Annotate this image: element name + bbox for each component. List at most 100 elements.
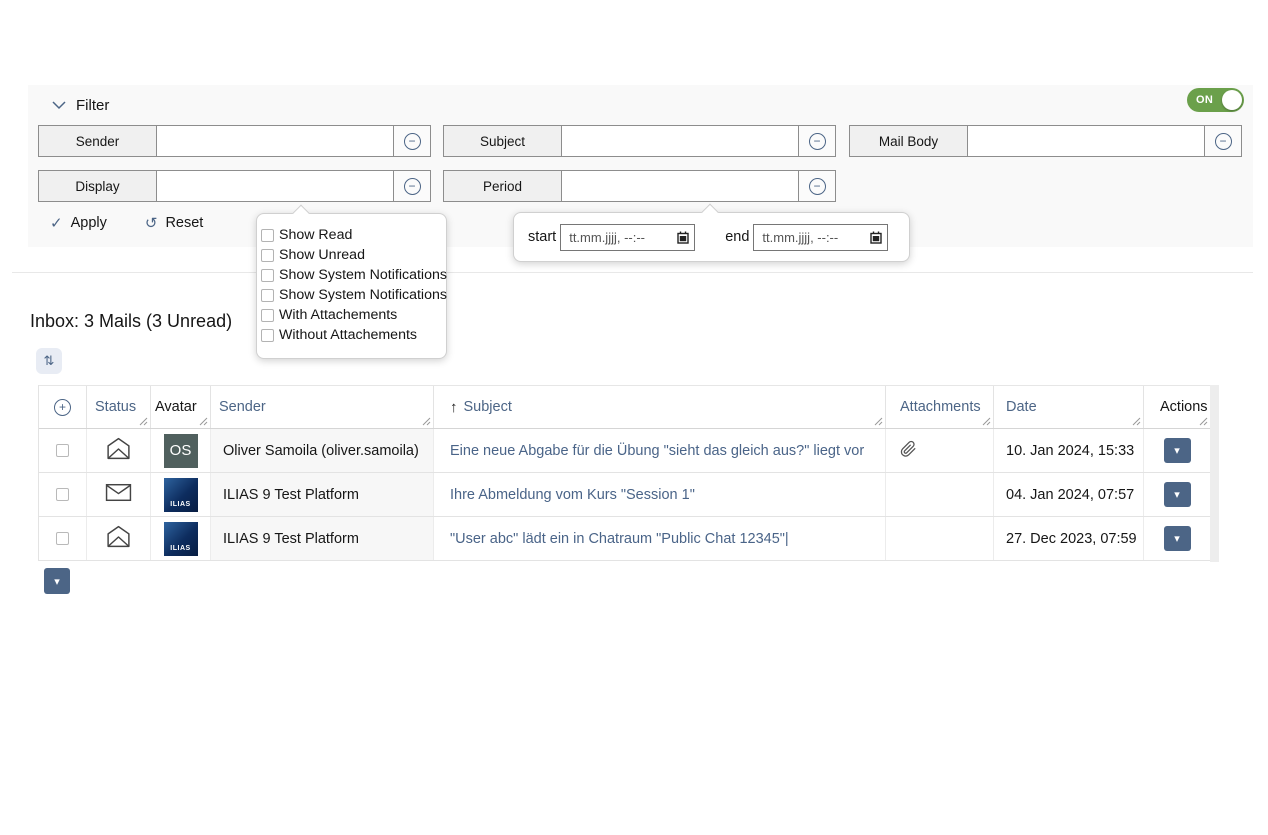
filter-header[interactable]: Filter	[52, 91, 109, 119]
calendar-icon[interactable]	[870, 231, 882, 249]
apply-button[interactable]: ✓ Apply	[50, 214, 107, 232]
row-checkbox[interactable]	[56, 488, 69, 501]
option-with-attachements[interactable]: With Attachements	[261, 305, 442, 325]
header-sender[interactable]: Sender	[211, 386, 434, 428]
paperclip-icon	[900, 440, 917, 462]
mail-open-icon	[105, 437, 132, 464]
mail-table: + Status Avatar Sender ↑ Subject Attachm…	[38, 385, 1210, 561]
subject-input[interactable]	[562, 126, 798, 156]
checkbox[interactable]	[261, 249, 274, 262]
row-checkbox[interactable]	[56, 444, 69, 457]
mail-body-field-label: Mail Body	[850, 126, 968, 156]
column-resize-handle[interactable]	[874, 417, 883, 426]
header-avatar: Avatar	[151, 386, 211, 428]
mail-inbox-screen: Filter ON Sender − Subject − Mail Body −	[0, 0, 1268, 835]
subject-link[interactable]: "User abc" lädt ein in Chatraum "Public …	[450, 531, 789, 547]
row-sort-button[interactable]: ⇅	[36, 348, 62, 374]
option-show-system-notifications-1[interactable]: Show System Notifications	[261, 265, 442, 285]
table-scrollbar-track[interactable]	[1210, 385, 1219, 562]
apply-button-label: Apply	[71, 215, 107, 231]
sender-cell: ILIAS 9 Test Platform	[211, 517, 434, 560]
remove-sender-filter-button[interactable]: −	[393, 126, 430, 156]
sender-cell: Oliver Samoila (oliver.samoila)	[211, 429, 434, 472]
row-actions-dropdown-button[interactable]: ▾	[1164, 482, 1191, 507]
period-start-input[interactable]	[560, 224, 695, 251]
avatar: OS	[164, 434, 198, 468]
row-select-cell	[39, 473, 87, 516]
check-icon: ✓	[50, 214, 63, 232]
minus-circle-icon: −	[1215, 133, 1232, 150]
minus-circle-icon: −	[809, 178, 826, 195]
column-resize-handle[interactable]	[1132, 417, 1141, 426]
subject-cell: Eine neue Abgabe für die Übung "sieht da…	[434, 429, 886, 472]
row-checkbox[interactable]	[56, 532, 69, 545]
date-cell: 10. Jan 2024, 15:33	[994, 429, 1144, 472]
header-attachments[interactable]: Attachments	[886, 386, 994, 428]
attachments-cell	[886, 473, 994, 516]
toggle-on-label: ON	[1196, 94, 1213, 106]
header-subject[interactable]: ↑ Subject	[434, 386, 886, 428]
filter-field-display: Display −	[38, 170, 431, 202]
subject-cell: Ihre Abmeldung vom Kurs "Session 1"	[434, 473, 886, 516]
header-expand-all[interactable]: +	[39, 386, 87, 428]
calendar-icon[interactable]	[677, 231, 689, 249]
row-select-cell	[39, 429, 87, 472]
caret-down-icon: ▾	[1174, 532, 1180, 545]
avatar: ILIAS	[164, 522, 198, 556]
option-show-system-notifications-2[interactable]: Show System Notifications	[261, 285, 442, 305]
remove-display-filter-button[interactable]: −	[393, 171, 430, 201]
checkbox[interactable]	[261, 289, 274, 302]
mail-body-input[interactable]	[968, 126, 1204, 156]
period-end-label: end	[725, 229, 749, 245]
filter-field-period: Period −	[443, 170, 836, 202]
reset-button-label: Reset	[165, 215, 203, 231]
column-resize-handle[interactable]	[982, 417, 991, 426]
header-status[interactable]: Status	[87, 386, 151, 428]
checkbox[interactable]	[261, 329, 274, 342]
subject-link[interactable]: Eine neue Abgabe für die Übung "sieht da…	[450, 443, 864, 459]
chevron-down-icon	[52, 101, 66, 110]
minus-circle-icon: −	[809, 133, 826, 150]
row-actions-dropdown-button[interactable]: ▾	[1164, 438, 1191, 463]
period-end-wrap	[753, 224, 888, 251]
column-resize-handle[interactable]	[139, 417, 148, 426]
period-input[interactable]	[562, 171, 798, 201]
table-row: ILIAS ILIAS 9 Test Platform Ihre Abmeldu…	[39, 473, 1210, 517]
remove-mail-body-filter-button[interactable]: −	[1204, 126, 1241, 156]
bulk-actions-dropdown-button[interactable]: ▾	[44, 568, 70, 594]
toggle-knob	[1222, 90, 1242, 110]
subject-field-label: Subject	[444, 126, 562, 156]
checkbox[interactable]	[261, 229, 274, 242]
period-end-input[interactable]	[753, 224, 888, 251]
checkbox[interactable]	[261, 309, 274, 322]
filter-on-toggle[interactable]: ON	[1187, 88, 1244, 112]
subject-link[interactable]: Ihre Abmeldung vom Kurs "Session 1"	[450, 487, 695, 503]
date-cell: 27. Dec 2023, 07:59	[994, 517, 1144, 560]
actions-cell: ▾	[1144, 517, 1211, 560]
caret-down-icon: ▾	[54, 575, 60, 588]
column-resize-handle[interactable]	[199, 417, 208, 426]
column-resize-handle[interactable]	[1199, 417, 1208, 426]
date-cell: 04. Jan 2024, 07:57	[994, 473, 1144, 516]
sender-input[interactable]	[157, 126, 393, 156]
option-show-unread[interactable]: Show Unread	[261, 245, 442, 265]
filter-field-mail-body: Mail Body −	[849, 125, 1242, 157]
filter-actions: ✓ Apply ↺ Reset	[50, 214, 203, 232]
option-show-read[interactable]: Show Read	[261, 225, 442, 245]
avatar-cell: ILIAS	[151, 473, 211, 516]
row-select-cell	[39, 517, 87, 560]
header-date[interactable]: Date	[994, 386, 1144, 428]
checkbox[interactable]	[261, 269, 274, 282]
avatar-cell: ILIAS	[151, 517, 211, 560]
status-cell	[87, 429, 151, 472]
reset-button[interactable]: ↺ Reset	[145, 214, 203, 232]
row-actions-dropdown-button[interactable]: ▾	[1164, 526, 1191, 551]
display-input[interactable]	[157, 171, 393, 201]
column-resize-handle[interactable]	[422, 417, 431, 426]
remove-period-filter-button[interactable]: −	[798, 171, 835, 201]
option-without-attachements[interactable]: Without Attachements	[261, 325, 442, 345]
avatar: ILIAS	[164, 478, 198, 512]
remove-subject-filter-button[interactable]: −	[798, 126, 835, 156]
header-actions: Actions	[1144, 386, 1211, 428]
table-row: OS Oliver Samoila (oliver.samoila) Eine …	[39, 429, 1210, 473]
